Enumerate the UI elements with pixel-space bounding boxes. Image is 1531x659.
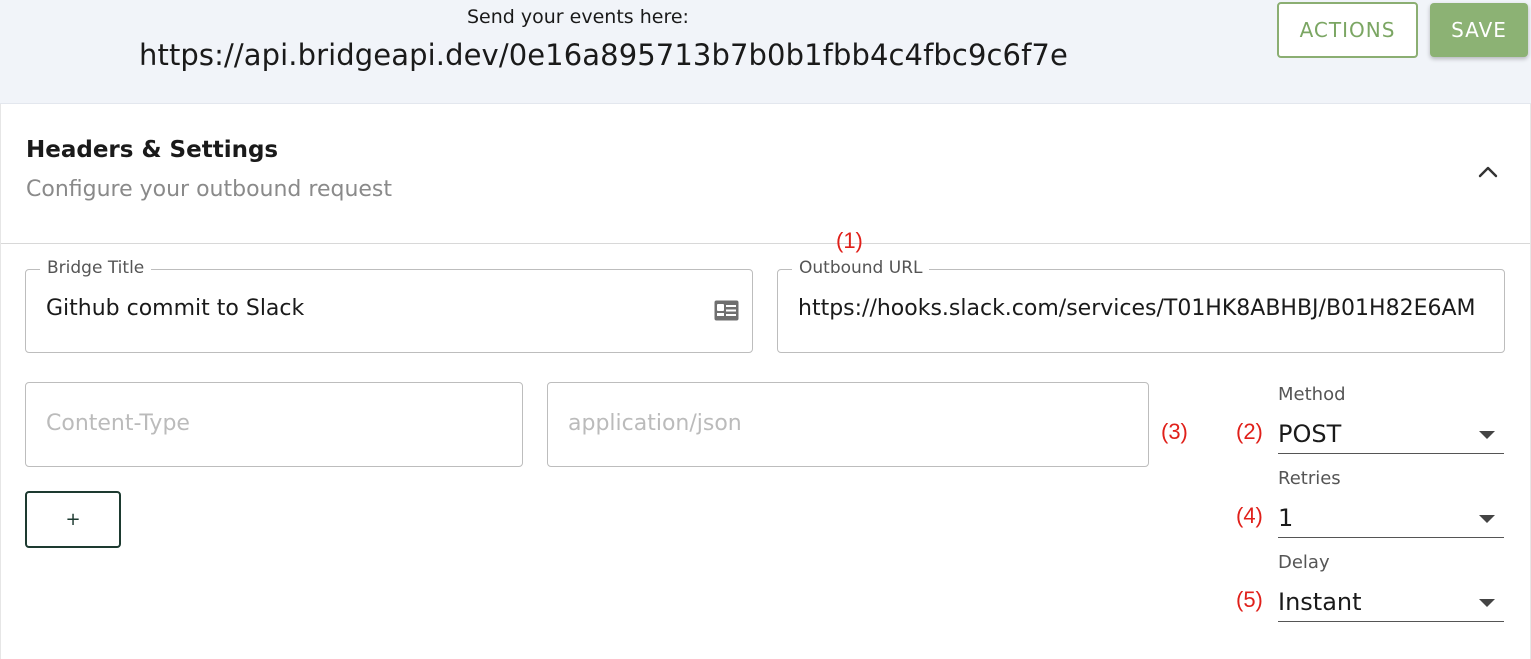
bridge-title-value[interactable]: Github commit to Slack bbox=[46, 296, 686, 321]
caret-down-icon bbox=[1479, 599, 1495, 607]
delay-label: Delay bbox=[1278, 552, 1330, 573]
section-title: Headers & Settings bbox=[26, 137, 279, 163]
retries-label: Retries bbox=[1278, 468, 1341, 489]
events-label: Send your events here: bbox=[467, 6, 689, 28]
delay-select[interactable]: Instant bbox=[1278, 582, 1504, 622]
retries-value: 1 bbox=[1278, 504, 1294, 532]
section-subtitle: Configure your outbound request bbox=[26, 177, 393, 202]
outbound-url-label: Outbound URL bbox=[792, 258, 930, 278]
header-key-placeholder: Content-Type bbox=[46, 411, 190, 436]
marker-1: (1) bbox=[836, 228, 863, 253]
save-button[interactable]: SAVE bbox=[1430, 3, 1528, 57]
method-select[interactable]: POST bbox=[1278, 414, 1504, 454]
events-url[interactable]: https://api.bridgeapi.dev/0e16a895713b7b… bbox=[139, 38, 1068, 72]
chevron-up-icon[interactable] bbox=[1475, 162, 1501, 182]
caret-down-icon bbox=[1479, 515, 1495, 523]
caret-down-icon bbox=[1479, 431, 1495, 439]
bridge-title-field[interactable]: Bridge Title Github commit to Slack bbox=[25, 258, 753, 353]
id-card-icon bbox=[714, 300, 739, 321]
header-value-placeholder: application/json bbox=[568, 411, 742, 436]
card-header[interactable]: Headers & Settings Configure your outbou… bbox=[1, 104, 1530, 244]
header-value-input[interactable]: application/json bbox=[547, 382, 1149, 467]
actions-button[interactable]: ACTIONS bbox=[1277, 2, 1418, 58]
method-label: Method bbox=[1278, 384, 1346, 405]
method-value: POST bbox=[1278, 420, 1342, 448]
outbound-url-field[interactable]: Outbound URL https://hooks.slack.com/ser… bbox=[777, 258, 1505, 353]
bridge-title-label: Bridge Title bbox=[40, 258, 152, 278]
retries-select[interactable]: 1 bbox=[1278, 498, 1504, 538]
marker-3: (3) bbox=[1161, 419, 1188, 444]
marker-2: (2) bbox=[1236, 419, 1263, 444]
marker-5: (5) bbox=[1236, 587, 1263, 612]
delay-value: Instant bbox=[1278, 588, 1362, 616]
header-key-input[interactable]: Content-Type bbox=[25, 382, 523, 467]
marker-4: (4) bbox=[1236, 503, 1263, 528]
outbound-url-value[interactable]: https://hooks.slack.com/services/T01HK8A… bbox=[798, 296, 1486, 321]
add-header-button[interactable]: + bbox=[25, 491, 121, 548]
top-bar: Send your events here: https://api.bridg… bbox=[0, 0, 1531, 104]
